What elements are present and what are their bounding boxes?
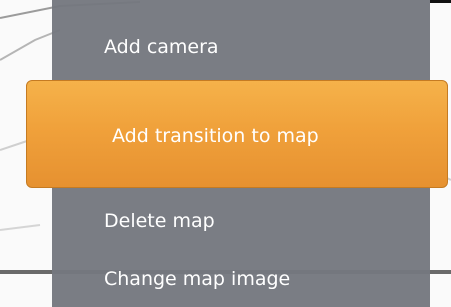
menu-item-label: Change map image bbox=[104, 268, 291, 290]
menu-item-label: Add transition to map bbox=[112, 125, 319, 147]
menu-item-delete-map[interactable]: Delete map bbox=[104, 210, 215, 232]
menu-item-label: Delete map bbox=[104, 210, 215, 232]
menu-item-add-camera[interactable]: Add camera bbox=[104, 36, 219, 58]
menu-item-add-transition-to-map[interactable]: Add transition to map bbox=[26, 80, 448, 188]
menu-item-label: Add camera bbox=[104, 36, 219, 58]
menu-item-change-map-image[interactable]: Change map image bbox=[104, 268, 290, 290]
